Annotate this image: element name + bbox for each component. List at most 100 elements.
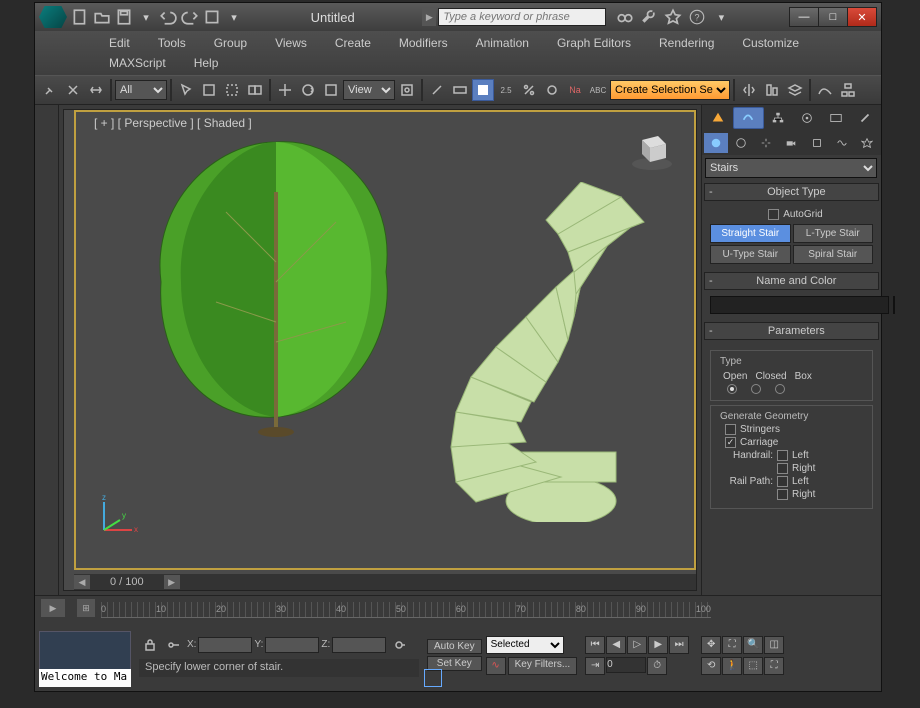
goto-start-icon[interactable]: ⏮ xyxy=(585,636,605,654)
tab-display-icon[interactable] xyxy=(821,107,850,129)
stair-straight-button[interactable]: Straight Stair xyxy=(710,224,791,243)
max-toggle-icon[interactable]: ⛶ xyxy=(764,657,784,675)
category-dropdown[interactable]: Stairs xyxy=(705,158,877,178)
redo-icon[interactable] xyxy=(181,8,199,26)
play-icon[interactable]: ▶ xyxy=(41,599,65,617)
viewport-inner[interactable]: [ + ] [ Perspective ] [ Shaded ] xyxy=(74,110,696,570)
angle-snap-icon[interactable]: 2.5 xyxy=(495,79,517,101)
rollout-object-type[interactable]: -Object Type xyxy=(704,183,879,201)
wrench-icon[interactable] xyxy=(640,8,658,26)
stair-spiral-button[interactable]: Spiral Stair xyxy=(793,245,874,264)
menu-animation[interactable]: Animation xyxy=(462,33,543,53)
rollout-name-color[interactable]: -Name and Color xyxy=(704,272,879,290)
tab-create-icon[interactable] xyxy=(704,107,733,129)
link-tool-icon[interactable] xyxy=(39,79,61,101)
key-target-select[interactable]: Selected xyxy=(486,636,564,654)
window-crossing-icon[interactable] xyxy=(244,79,266,101)
subtab-lights-icon[interactable] xyxy=(754,133,778,153)
search-arrow-icon[interactable]: ▶ xyxy=(422,8,436,26)
menu-graph-editors[interactable]: Graph Editors xyxy=(543,33,645,53)
unlink-tool-icon[interactable] xyxy=(62,79,84,101)
key-filters-button[interactable]: Key Filters... xyxy=(508,657,578,675)
zoom-icon[interactable]: 🔍 xyxy=(743,636,763,654)
setkey-small-icon[interactable]: ∿ xyxy=(486,657,506,675)
align-icon[interactable] xyxy=(761,79,783,101)
manipulate-icon[interactable] xyxy=(426,79,448,101)
menu-modifiers[interactable]: Modifiers xyxy=(385,33,462,53)
menu-create[interactable]: Create xyxy=(321,33,385,53)
named-selection-set[interactable]: Create Selection Se xyxy=(610,80,730,100)
z-input[interactable] xyxy=(332,637,386,653)
scroll-right-icon[interactable]: ▶ xyxy=(164,575,180,589)
stringers-checkbox[interactable] xyxy=(725,424,736,435)
mirror-icon[interactable] xyxy=(738,79,760,101)
menu-group[interactable]: Group xyxy=(200,33,261,53)
bind-icon[interactable] xyxy=(85,79,107,101)
selection-filter[interactable]: All xyxy=(115,80,167,100)
type-box-radio[interactable] xyxy=(775,384,785,394)
railpath-left-checkbox[interactable] xyxy=(777,476,788,487)
y-input[interactable] xyxy=(265,637,319,653)
rotate-icon[interactable] xyxy=(297,79,319,101)
tab-utilities-icon[interactable] xyxy=(850,107,879,129)
zoom-extents-icon[interactable]: ⛶ xyxy=(722,636,742,654)
select-icon[interactable] xyxy=(175,79,197,101)
autogrid-checkbox[interactable] xyxy=(768,209,779,220)
edit-named-icon[interactable]: ABC xyxy=(587,79,609,101)
link-icon[interactable] xyxy=(203,8,221,26)
search-input[interactable] xyxy=(438,8,606,26)
viewport-scroll[interactable]: ◀ 0 / 100 ▶ xyxy=(74,574,696,590)
percent-snap-icon[interactable] xyxy=(518,79,540,101)
script-listener[interactable]: Welcome to Ma xyxy=(39,669,131,687)
minimize-button[interactable]: — xyxy=(789,7,819,27)
curve-editor-icon[interactable] xyxy=(814,79,836,101)
stair-utype-button[interactable]: U-Type Stair xyxy=(710,245,791,264)
spinner-snap-icon[interactable] xyxy=(541,79,563,101)
select-name-icon[interactable] xyxy=(198,79,220,101)
menu-views[interactable]: Views xyxy=(261,33,321,53)
app-icon[interactable] xyxy=(39,6,67,28)
railpath-right-checkbox[interactable] xyxy=(777,489,788,500)
object-name-input[interactable] xyxy=(710,296,889,314)
named-icon[interactable]: Na xyxy=(564,79,586,101)
new-icon[interactable] xyxy=(71,8,89,26)
binoculars-icon[interactable] xyxy=(616,8,634,26)
menu-edit[interactable]: Edit xyxy=(95,33,144,53)
chevron-down-icon[interactable]: ▾ xyxy=(225,8,243,26)
menu-maxscript[interactable]: MAXScript xyxy=(95,53,180,73)
help-icon[interactable]: ? xyxy=(688,8,706,26)
open-icon[interactable] xyxy=(93,8,111,26)
prompt-indicator-icon[interactable] xyxy=(424,669,442,687)
select-region-icon[interactable] xyxy=(221,79,243,101)
key-toggle-icon[interactable] xyxy=(388,634,410,656)
goto-end-icon[interactable]: ⏭ xyxy=(669,636,689,654)
type-closed-radio[interactable] xyxy=(751,384,761,394)
prev-frame-icon[interactable]: ◀ xyxy=(606,636,626,654)
tab-motion-icon[interactable] xyxy=(792,107,821,129)
maximize-button[interactable]: □ xyxy=(818,7,848,27)
play-anim-icon[interactable]: ▷ xyxy=(627,636,647,654)
snap-toggle-icon[interactable] xyxy=(472,79,494,101)
star-icon[interactable] xyxy=(664,8,682,26)
lock-icon[interactable] xyxy=(139,634,161,656)
menu-rendering[interactable]: Rendering xyxy=(645,33,728,53)
keyboard-icon[interactable] xyxy=(449,79,471,101)
key-icon[interactable] xyxy=(163,634,185,656)
viewport[interactable]: [ + ] [ Perspective ] [ Shaded ] xyxy=(63,109,697,591)
handrail-right-checkbox[interactable] xyxy=(777,463,788,474)
chevron-down-icon[interactable]: ▾ xyxy=(137,8,155,26)
scale-icon[interactable] xyxy=(320,79,342,101)
mini-expand-icon[interactable]: ⊞ xyxy=(77,599,95,617)
subtab-geometry-icon[interactable] xyxy=(704,133,728,153)
subtab-spacewarps-icon[interactable] xyxy=(830,133,854,153)
zoom-region-icon[interactable]: ⬚ xyxy=(743,657,763,675)
time-config-icon[interactable]: ⏱ xyxy=(647,657,667,675)
close-button[interactable]: ✕ xyxy=(847,7,877,27)
subtab-systems-icon[interactable] xyxy=(855,133,879,153)
time-slider[interactable]: ▶ ⊞ 0 10 20 30 40 50 60 70 80 90 100 xyxy=(35,596,881,620)
undo-icon[interactable] xyxy=(159,8,177,26)
save-icon[interactable] xyxy=(115,8,133,26)
color-swatch[interactable] xyxy=(893,296,895,314)
fov-icon[interactable]: ◫ xyxy=(764,636,784,654)
subtab-shapes-icon[interactable] xyxy=(729,133,753,153)
